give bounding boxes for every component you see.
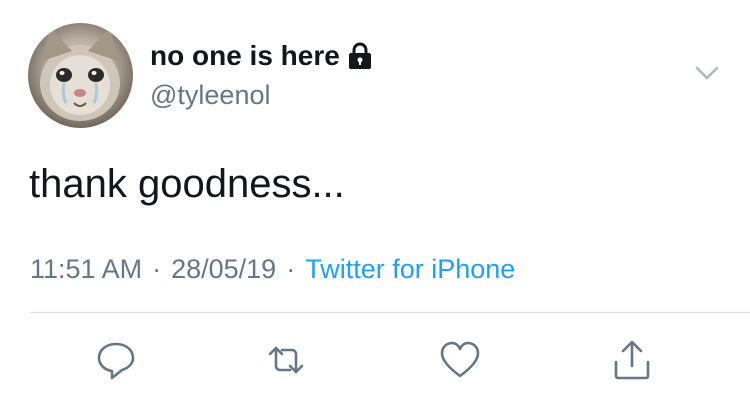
retweet-icon (268, 346, 304, 374)
tweet-text: thank goodness... (29, 162, 345, 206)
tweet-time[interactable]: 11:51 AM (30, 254, 142, 284)
meta-separator: · (152, 254, 162, 284)
reply-button[interactable] (92, 336, 140, 384)
divider (30, 312, 750, 313)
action-bar (0, 330, 750, 390)
crying-cat-avatar-icon (40, 27, 120, 121)
like-button[interactable] (436, 336, 484, 384)
display-name-text: no one is here (150, 40, 340, 71)
avatar[interactable] (28, 23, 133, 128)
tweet-source-link[interactable]: Twitter for iPhone (305, 254, 515, 284)
retweet-button[interactable] (262, 336, 310, 384)
chevron-down-icon[interactable] (693, 62, 721, 84)
reply-icon (97, 342, 135, 380)
tweet-meta: 11:51 AM · 28/05/19 · Twitter for iPhone (30, 254, 515, 285)
lock-icon (348, 42, 371, 69)
tweet-date[interactable]: 28/05/19 (171, 254, 276, 284)
user-handle[interactable]: @tyleenol (150, 80, 270, 111)
share-icon (614, 340, 650, 380)
heart-icon (440, 341, 480, 378)
meta-separator: · (286, 254, 296, 284)
display-name[interactable]: no one is here (150, 40, 372, 72)
share-button[interactable] (608, 336, 656, 384)
tweet-card: no one is here @tyleenol thank goodness.… (0, 0, 750, 401)
